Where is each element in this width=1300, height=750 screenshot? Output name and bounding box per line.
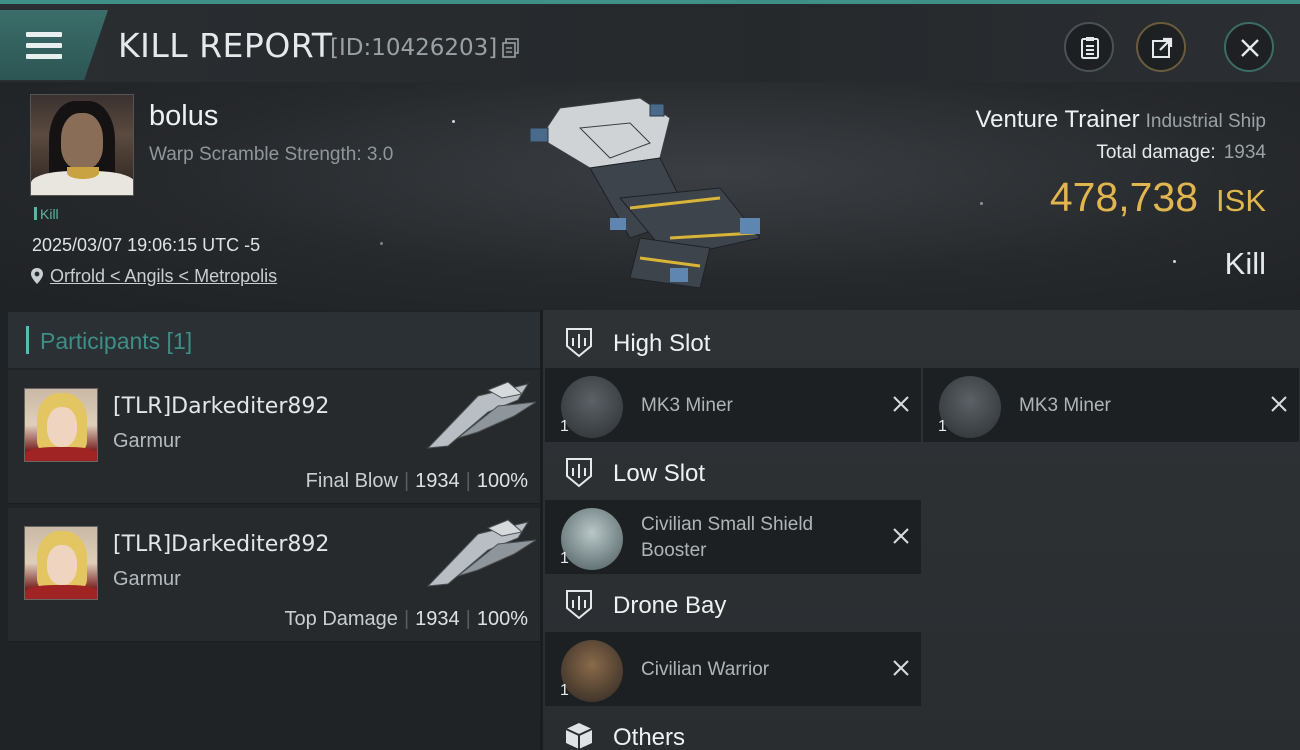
fitting-item[interactable]: 1 Civilian Warrior <box>545 632 921 706</box>
location-pin-icon <box>31 268 43 284</box>
participant-stats: Final Blow | 1934 | 100% <box>305 470 528 492</box>
participants-title: Participants [1] <box>40 328 193 354</box>
participant-stats: Top Damage | 1934 | 100% <box>284 608 528 630</box>
section-title: High Slot <box>613 330 711 357</box>
destroyed-x-icon <box>893 660 909 676</box>
shield-booster-icon <box>561 508 623 570</box>
kill-summary-panel: bolus Warp Scramble Strength: 3.0 Kill 2… <box>0 82 1300 310</box>
header-bar: KILL REPORT [ID:10426203] <box>0 4 1300 82</box>
total-damage: Total damage: 1934 <box>1096 142 1266 164</box>
participant-ship: Garmur <box>113 568 181 590</box>
fitting-item[interactable]: 1 Civilian Small Shield Booster <box>545 500 921 574</box>
fitting-item[interactable]: 1 MK3 Miner <box>545 368 921 442</box>
hamburger-menu-icon[interactable] <box>26 32 62 60</box>
share-button[interactable] <box>1136 22 1186 72</box>
participant-damage: 1934 <box>415 470 460 492</box>
participant-percent: 100% <box>476 608 528 630</box>
slot-shield-icon <box>566 590 592 620</box>
ship-name[interactable]: Venture Trainer <box>975 106 1139 133</box>
report-id: [ID:10426203] <box>330 35 498 61</box>
fitting-item[interactable]: 1 MK3 Miner <box>923 368 1299 442</box>
section-drone-bay: Drone Bay <box>543 576 1300 632</box>
item-name-line1: Civilian Small Shield <box>641 514 814 535</box>
participant-avatar[interactable] <box>24 526 98 600</box>
destroyed-x-icon <box>1271 396 1287 412</box>
participant-row[interactable]: [TLR]Darkediter892 Garmur Final Blow | 193… <box>8 370 540 504</box>
participant-ship-image <box>426 519 537 587</box>
page-title: KILL REPORT <box>118 26 333 65</box>
participant-role: Top Damage <box>284 608 398 630</box>
report-button[interactable] <box>1064 22 1114 72</box>
menu-button[interactable] <box>0 10 108 80</box>
kill-tag: Kill <box>34 206 59 222</box>
kill-datetime: 2025/03/07 19:06:15 UTC -5 <box>32 235 261 255</box>
item-name: MK3 Miner <box>1019 395 1111 416</box>
item-quantity: 1 <box>560 550 569 567</box>
participant-avatar[interactable] <box>24 388 98 462</box>
participant-role: Final Blow <box>305 470 398 492</box>
section-title: Others <box>613 724 686 750</box>
ship-info: Venture Trainer Industrial Ship <box>975 106 1266 134</box>
participant-ship: Garmur <box>113 430 181 452</box>
participant-name: [TLR]Darkediter892 <box>113 532 330 557</box>
destroyed-x-icon <box>893 528 909 544</box>
warp-scramble-strength: Warp Scramble Strength: 3.0 <box>149 144 394 165</box>
participant-damage: 1934 <box>415 608 460 630</box>
section-title: Drone Bay <box>613 592 727 619</box>
share-export-icon <box>1152 37 1173 58</box>
item-name: MK3 Miner <box>641 395 733 416</box>
miner-module-icon <box>939 376 1001 438</box>
participants-panel: Participants [1] [TLR]Darkediter892 Garm… <box>0 310 540 750</box>
section-others: Others <box>543 708 1300 750</box>
close-button[interactable] <box>1224 22 1274 72</box>
miner-module-icon <box>561 376 623 438</box>
item-name: Civilian Warrior <box>641 659 770 680</box>
drone-icon <box>561 640 623 702</box>
total-damage-value: 1934 <box>1223 142 1266 163</box>
participant-row[interactable]: [TLR]Darkediter892 Garmur Top Damage | 193… <box>8 508 540 642</box>
location-link[interactable]: Orfrold < Angils < Metropolis <box>50 266 277 286</box>
victim-ship-image <box>529 97 761 289</box>
section-high-slot: High Slot <box>543 314 1300 370</box>
section-title: Low Slot <box>613 460 706 487</box>
destroyed-x-icon <box>893 396 909 412</box>
copy-icon[interactable] <box>502 38 520 58</box>
victim-portrait[interactable] <box>30 94 134 196</box>
participant-ship-image <box>426 381 537 449</box>
kill-location[interactable]: Orfrold < Angils < Metropolis <box>30 266 277 287</box>
item-quantity: 1 <box>938 418 947 435</box>
item-quantity: 1 <box>560 418 569 435</box>
slot-shield-icon <box>566 458 592 488</box>
close-icon <box>1241 39 1259 57</box>
clipboard-icon <box>1081 37 1099 59</box>
cube-icon <box>565 723 593 749</box>
item-name-line2: Booster <box>641 540 707 561</box>
participants-header: Participants [1] <box>8 312 540 368</box>
participant-percent: 100% <box>476 470 528 492</box>
section-low-slot: Low Slot <box>543 444 1300 500</box>
isk-value: 478,738 ISK <box>1050 174 1266 221</box>
isk-unit: ISK <box>1216 183 1266 218</box>
isk-amount: 478,738 <box>1049 174 1199 220</box>
item-quantity: 1 <box>560 682 569 699</box>
kill-result: Kill <box>1224 246 1266 281</box>
total-damage-label: Total damage: <box>1096 142 1216 163</box>
ship-class: Industrial Ship <box>1145 111 1266 132</box>
participant-name: [TLR]Darkediter892 <box>113 394 330 419</box>
fittings-panel: High Slot 1 MK3 Miner 1 MK3 Miner Low Sl… <box>543 310 1300 750</box>
victim-name: bolus <box>149 100 219 132</box>
slot-shield-icon <box>566 328 592 358</box>
